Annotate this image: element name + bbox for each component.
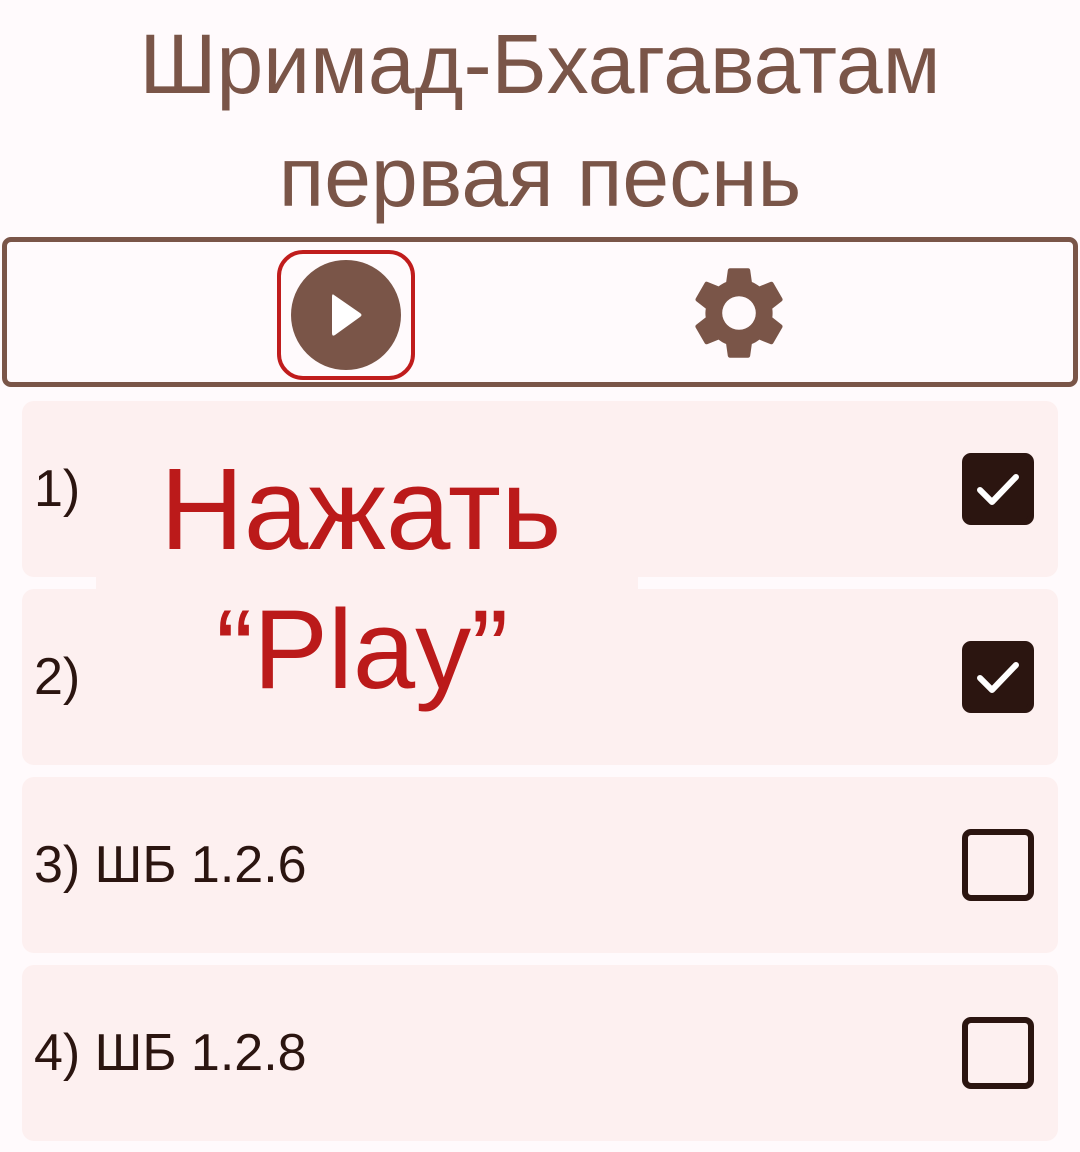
app-title-line1: Шримад-Бхагаватам	[139, 17, 941, 111]
play-circle-icon	[291, 260, 401, 370]
annotation-line2: “Play”	[216, 587, 509, 712]
app-title-line2: первая песнь	[278, 130, 802, 224]
list-item[interactable]: 3) ШБ 1.2.6	[22, 777, 1058, 953]
item-checkbox[interactable]	[962, 829, 1034, 901]
list-item[interactable]: 4) ШБ 1.2.8	[22, 965, 1058, 1141]
list-item-label: 2)	[34, 648, 81, 706]
gear-icon	[695, 268, 783, 358]
annotation-line1: Нажать	[160, 444, 562, 574]
list-item-label: 1)	[34, 460, 81, 518]
item-checkbox[interactable]	[962, 1017, 1034, 1089]
check-icon	[977, 474, 1019, 505]
list-item-label: 3) ШБ 1.2.6	[34, 836, 307, 894]
toolbar	[2, 237, 1078, 387]
check-icon	[977, 662, 1019, 693]
item-checkbox[interactable]	[962, 453, 1034, 525]
list-item-label: 4) ШБ 1.2.8	[34, 1024, 307, 1082]
item-checkbox[interactable]	[962, 641, 1034, 713]
play-button[interactable]	[277, 250, 415, 380]
settings-button[interactable]	[683, 257, 795, 369]
list-item[interactable]: 2)	[22, 589, 1058, 765]
